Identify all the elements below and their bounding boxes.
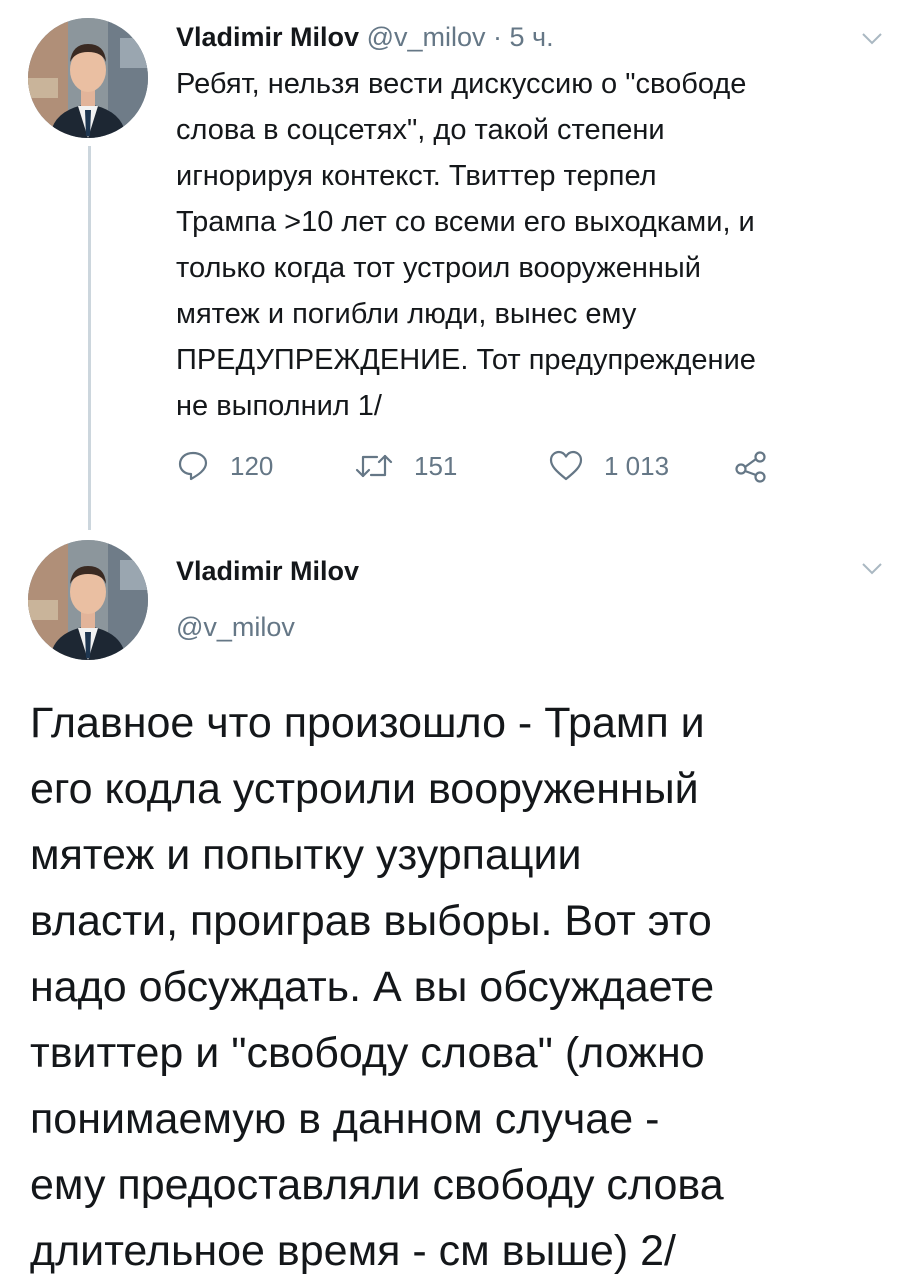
author-handle[interactable]: @v_milov: [176, 610, 295, 644]
tweet-text-line: власти, проиграв выборы. Вот это: [30, 897, 712, 945]
tweet-text-line: Главное что произошло - Трамп и: [30, 699, 705, 747]
author-name[interactable]: Vladimir Milov: [176, 22, 359, 52]
tweet-timestamp[interactable]: 5 ч.: [510, 22, 554, 52]
tweet-text-line: надо обсуждать. А вы обсуждаете: [30, 963, 715, 1011]
avatar[interactable]: [28, 540, 148, 660]
chevron-down-icon[interactable]: [860, 556, 884, 580]
like-button[interactable]: 1 013: [548, 446, 669, 486]
tweet-text-line: не выполнил 1/: [176, 390, 382, 422]
tweet-text-line: длительное время - см выше) 2/: [30, 1227, 676, 1275]
reply-count: 120: [230, 450, 274, 481]
tweet-text: Главное что произошло - Трамп и его кодл…: [30, 690, 900, 1284]
tweet-text-line: мятеж и попытку узурпации: [30, 831, 582, 879]
tweet-text-line: Трампа >10 лет со всеми его выходками, и: [176, 206, 755, 238]
like-count: 1 013: [604, 450, 670, 481]
author-handle[interactable]: @v_milov: [367, 22, 486, 52]
meta-separator: ·: [493, 22, 503, 52]
tweet-text-line: его кодла устроили вооруженный: [30, 765, 699, 813]
retweet-count: 151: [414, 450, 458, 481]
reply-button[interactable]: 120: [176, 446, 273, 486]
tweet-text: Ребят, нельзя вести дискуссию о "свободе…: [176, 61, 898, 429]
tweet-actions-bar: 120 151 1 013: [176, 446, 796, 486]
avatar-portrait-image: [28, 540, 148, 660]
share-button[interactable]: [734, 446, 768, 486]
chevron-down-icon[interactable]: [860, 26, 884, 50]
author-name[interactable]: Vladimir Milov: [176, 554, 359, 588]
retweet-icon: [355, 454, 393, 478]
tweet-text-line: понимаемую в данном случае -: [30, 1095, 660, 1143]
avatar-portrait-image: [28, 18, 148, 138]
tweet-text-line: ему предоставляли свободу слова: [30, 1161, 724, 1209]
tweet-text-line: слова в соцсетях", до такой степени: [176, 114, 665, 146]
reply-icon: [178, 451, 208, 481]
tweet-text-line: мятеж и погибли люди, вынес ему: [176, 298, 637, 330]
tweet-text-line: ПРЕДУПРЕЖДЕНИЕ. Тот предупреждение: [176, 344, 756, 376]
tweet-text-line: игнорируя контекст. Твиттер терпел: [176, 160, 657, 192]
tweet-text-line: твиттер и "свободу слова" (ложно: [30, 1029, 705, 1077]
tweet-header: Vladimir Milov @v_milov · 5 ч.: [176, 20, 554, 54]
share-icon: [735, 451, 766, 483]
tweet-text-line: только когда тот устроил вооруженный: [176, 252, 701, 284]
thread-connector-line: [88, 146, 91, 530]
like-icon: [549, 450, 583, 481]
tweet-text-line: Ребят, нельзя вести дискуссию о "свободе: [176, 68, 747, 100]
retweet-button[interactable]: 151: [354, 446, 457, 486]
avatar[interactable]: [28, 18, 148, 138]
